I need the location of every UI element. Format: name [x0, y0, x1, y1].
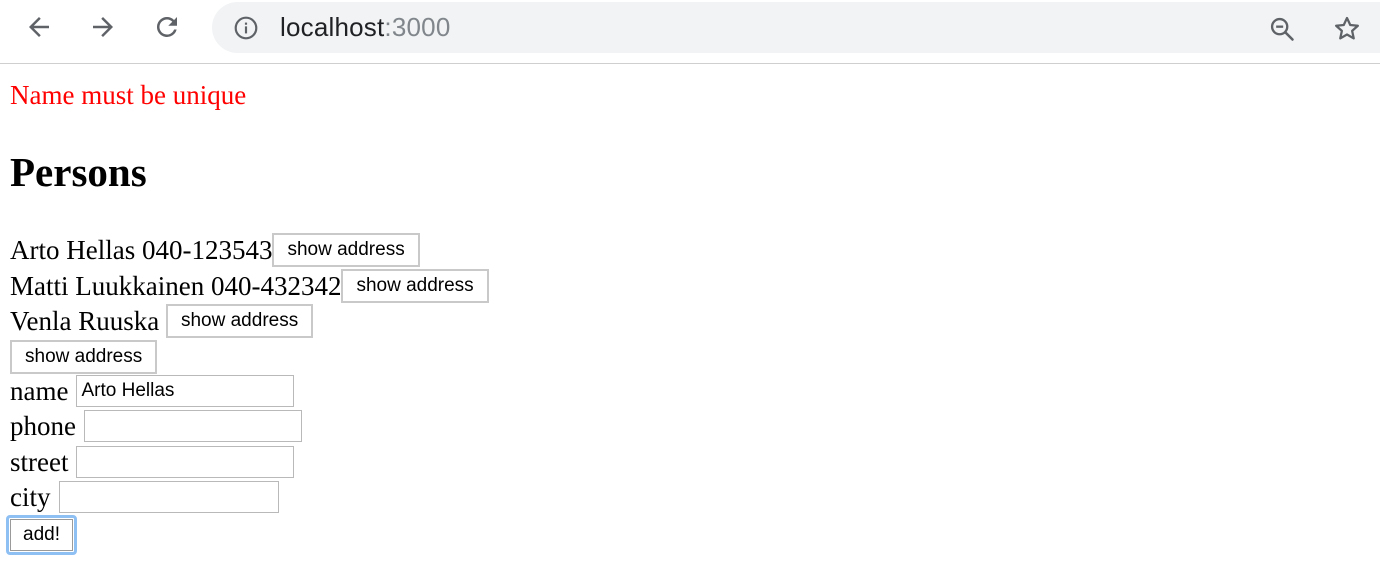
city-input[interactable]: [58, 481, 279, 513]
person-text: Arto Hellas 040-123543: [10, 235, 273, 265]
city-field-row: city: [10, 481, 279, 513]
person-row: Venla Ruuska show address: [10, 304, 314, 338]
reload-icon[interactable]: [150, 10, 184, 44]
street-label: street: [10, 447, 69, 477]
name-label: name: [10, 376, 69, 406]
url-port: :3000: [384, 12, 451, 42]
forward-arrow-icon[interactable]: [86, 10, 120, 44]
city-label: city: [10, 482, 51, 512]
add-button[interactable]: add!: [10, 519, 73, 551]
person-row: Matti Luukkainen 040-432342 show address: [10, 269, 489, 303]
person-row: Arto Hellas 040-123543 show address: [10, 233, 420, 267]
show-address-button[interactable]: show address: [165, 304, 314, 338]
bookmark-star-icon[interactable]: [1330, 12, 1364, 46]
street-field-row: street: [10, 446, 295, 478]
url-text[interactable]: localhost:3000: [280, 12, 451, 42]
add-button-focus-ring: add!: [6, 515, 77, 555]
info-icon[interactable]: [232, 14, 260, 42]
url-host: localhost: [280, 12, 385, 42]
phone-label: phone: [10, 411, 76, 441]
page-title: Persons: [10, 149, 147, 195]
person-row: show address: [10, 340, 158, 374]
name-field-row: name: [10, 375, 295, 407]
zoom-out-icon[interactable]: [1266, 13, 1298, 45]
show-address-button[interactable]: show address: [10, 340, 158, 374]
address-bar[interactable]: localhost:3000: [212, 2, 1380, 53]
name-input[interactable]: [76, 375, 295, 407]
browser-toolbar: localhost:3000: [0, 0, 1380, 64]
person-text: Matti Luukkainen 040-432342: [10, 271, 342, 301]
phone-field-row: phone: [10, 410, 302, 442]
person-text: Venla Ruuska: [10, 306, 160, 336]
street-input[interactable]: [76, 446, 295, 478]
show-address-button[interactable]: show address: [272, 233, 420, 267]
show-address-button[interactable]: show address: [341, 269, 489, 303]
back-arrow-icon[interactable]: [22, 10, 56, 44]
phone-input[interactable]: [83, 410, 302, 442]
error-notification: Name must be unique: [10, 80, 247, 110]
